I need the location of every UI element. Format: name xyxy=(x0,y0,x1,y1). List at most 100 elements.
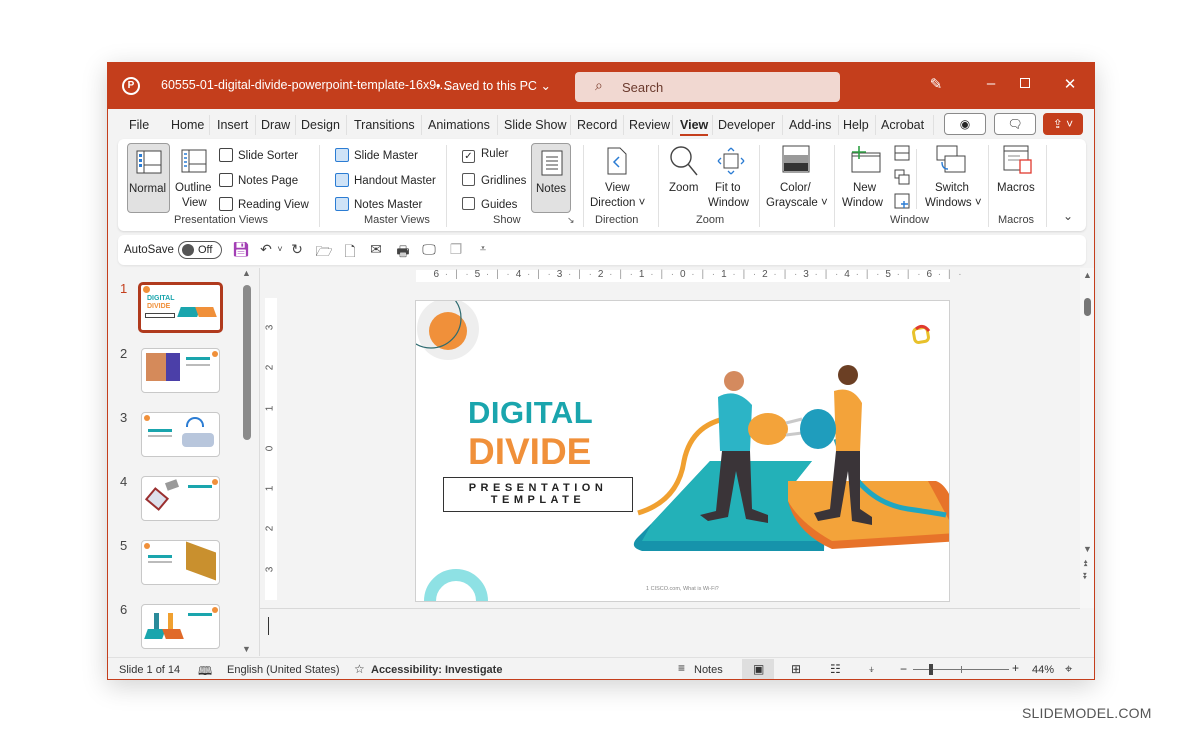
tab-review[interactable]: Review xyxy=(629,118,670,132)
tab-insert[interactable]: Insert xyxy=(217,118,248,132)
normal-view-button[interactable]: Normal xyxy=(127,143,170,213)
previous-slide-icon[interactable]: ⏫︎ xyxy=(1083,558,1088,569)
slide-show-icon[interactable]: ⍖ xyxy=(868,662,875,677)
fit-to-window-button[interactable]: Fit to Window xyxy=(706,143,754,213)
arrange-all-icon[interactable] xyxy=(894,145,910,161)
subtitle-box[interactable]: PRESENTATION TEMPLATE xyxy=(443,477,633,512)
tab-animations[interactable]: Animations xyxy=(428,118,490,132)
undo-dropdown-icon[interactable]: ˅ xyxy=(271,244,289,254)
tab-design[interactable]: Design xyxy=(301,118,340,132)
slide-thumbnail-4[interactable] xyxy=(141,476,220,521)
gridlines-checkbox[interactable]: Gridlines xyxy=(462,173,526,187)
ruler-checkbox[interactable]: ✓ Ruler xyxy=(462,148,508,163)
tab-add-ins[interactable]: Add-ins xyxy=(789,118,831,132)
color-grayscale-button[interactable]: Color/ Grayscale ˅ xyxy=(764,143,828,213)
slide-thumbnail-1[interactable]: DIGITAL DIVIDE xyxy=(138,282,223,333)
notes-page-button[interactable]: Notes Page xyxy=(219,173,298,187)
move-split-icon[interactable] xyxy=(894,193,910,209)
notes-button[interactable]: Notes xyxy=(694,664,723,676)
tab-home[interactable]: Home xyxy=(171,118,204,132)
slide-thumbnail-2[interactable] xyxy=(141,348,220,393)
slide-thumbnail-6[interactable] xyxy=(141,604,220,649)
next-slide-icon[interactable]: ⏬︎ xyxy=(1083,571,1088,582)
document-title[interactable]: 60555-01-digital-divide-powerpoint-templ… xyxy=(161,78,450,92)
notes-label: Notes xyxy=(536,183,567,195)
handout-master-button[interactable]: Handout Master xyxy=(335,173,436,187)
scroll-up-icon[interactable]: ▲ xyxy=(1083,270,1092,280)
tab-slide-show[interactable]: Slide Show xyxy=(504,118,567,132)
switch-windows-button[interactable]: Switch Windows ˅ xyxy=(921,143,982,213)
scrollbar-thumb[interactable] xyxy=(243,285,251,440)
slide-sorter-icon[interactable]: ⊞ xyxy=(791,662,801,676)
open-icon[interactable]: 🗁︎ xyxy=(315,241,333,265)
fit-slide-icon[interactable]: ⌖ xyxy=(1065,661,1072,677)
share-button[interactable]: ⇪ ˅ xyxy=(1043,113,1083,135)
save-status[interactable]: • Saved to this PC ⌄ xyxy=(436,78,551,93)
scrollbar-thumb[interactable] xyxy=(1084,298,1091,316)
tab-record[interactable]: Record xyxy=(577,118,617,132)
slide-thumbnail-3[interactable] xyxy=(141,412,220,457)
tab-transitions[interactable]: Transitions xyxy=(354,118,415,132)
minimize-button[interactable]: – xyxy=(976,75,1006,92)
tab-file[interactable]: File xyxy=(129,118,149,132)
from-beginning-icon[interactable]: 🖵︎ xyxy=(420,241,438,258)
cascade-icon[interactable] xyxy=(894,169,910,185)
designer-icon[interactable]: ✎ xyxy=(921,75,951,93)
notes-master-button[interactable]: Notes Master xyxy=(335,197,422,211)
tab-help[interactable]: Help xyxy=(843,118,869,132)
slide-master-button[interactable]: Slide Master xyxy=(335,148,418,162)
notes-pane[interactable] xyxy=(260,608,1080,656)
tab-acrobat[interactable]: Acrobat xyxy=(881,118,924,132)
zoom-out-icon[interactable]: − xyxy=(900,662,907,676)
slide-thumbnail-5[interactable] xyxy=(141,540,220,585)
email-icon[interactable]: ✉ xyxy=(367,241,385,258)
spelling-check-icon[interactable]: 🕮︎ xyxy=(198,662,212,679)
macros-button[interactable]: Macros xyxy=(994,143,1040,213)
notes-icon[interactable]: ≡ xyxy=(678,661,685,675)
zoom-button[interactable]: Zoom xyxy=(664,143,704,213)
view-direction-button[interactable]: View Direction ˅ xyxy=(588,143,648,213)
reading-view-button[interactable]: Reading View xyxy=(219,197,309,211)
pane-divider[interactable] xyxy=(259,268,260,656)
record-button[interactable]: ◉ xyxy=(944,113,986,135)
tab-developer[interactable]: Developer xyxy=(718,118,775,132)
maximize-button[interactable] xyxy=(1010,75,1040,92)
slide-sorter-button[interactable]: Slide Sorter xyxy=(219,148,298,162)
redo-icon[interactable]: ↻ xyxy=(288,241,306,258)
slide-title-line-2[interactable]: DIVIDE xyxy=(468,431,591,473)
outline-view-button[interactable]: Outline View xyxy=(173,143,215,213)
arrange-icon[interactable]: ❐ xyxy=(447,241,465,258)
tab-view[interactable]: View xyxy=(680,118,709,136)
slide-title-line-1[interactable]: DIGITAL xyxy=(468,395,593,431)
customize-qat-icon[interactable]: ⩡ xyxy=(474,243,492,256)
scroll-down-icon[interactable]: ▼ xyxy=(1083,544,1092,554)
scroll-down-icon[interactable]: ▼ xyxy=(242,644,251,654)
comments-button[interactable]: 🗨︎ xyxy=(994,113,1036,135)
accessibility-icon[interactable]: ☆ xyxy=(354,662,365,676)
save-icon[interactable]: 💾︎ xyxy=(232,241,250,258)
zoom-in-icon[interactable]: + xyxy=(1012,661,1019,675)
notes-toggle-button[interactable]: Notes xyxy=(531,143,571,213)
zoom-slider-thumb[interactable] xyxy=(929,664,934,675)
thumbnails-scrollbar[interactable]: ▲ ▼ xyxy=(242,268,252,654)
new-window-button[interactable]: New Window xyxy=(840,143,890,213)
guides-checkbox[interactable]: Guides xyxy=(462,197,517,211)
normal-view-icon xyxy=(136,150,162,174)
accessibility-status[interactable]: Accessibility: Investigate xyxy=(371,664,502,676)
ruler-tick: | xyxy=(496,269,499,280)
scroll-up-icon[interactable]: ▲ xyxy=(242,268,251,278)
tab-draw[interactable]: Draw xyxy=(261,118,290,132)
collapse-ribbon-icon[interactable]: ⌄ xyxy=(1063,209,1073,223)
reading-view-icon[interactable]: ☷ xyxy=(830,662,841,676)
dialog-launcher-icon[interactable]: ↘ xyxy=(567,215,575,226)
new-icon[interactable]: 🗋︎ xyxy=(341,241,359,265)
close-button[interactable]: ✕ xyxy=(1055,75,1085,93)
language-status[interactable]: English (United States) xyxy=(227,664,340,676)
print-preview-icon[interactable]: 🖶︎ xyxy=(394,241,412,265)
search-box[interactable]: ⌕ Search xyxy=(575,72,840,102)
zoom-level[interactable]: 44% xyxy=(1032,664,1054,676)
ruler-tick: · xyxy=(835,269,839,280)
editor-scrollbar[interactable]: ▲ ▼ ⏫︎ ⏬︎ xyxy=(1080,268,1094,608)
slide-canvas[interactable]: DIGITAL DIVIDE PRESENTATION TEMPLATE 1 C… xyxy=(415,300,950,602)
autosave-toggle[interactable]: Off xyxy=(178,241,222,259)
